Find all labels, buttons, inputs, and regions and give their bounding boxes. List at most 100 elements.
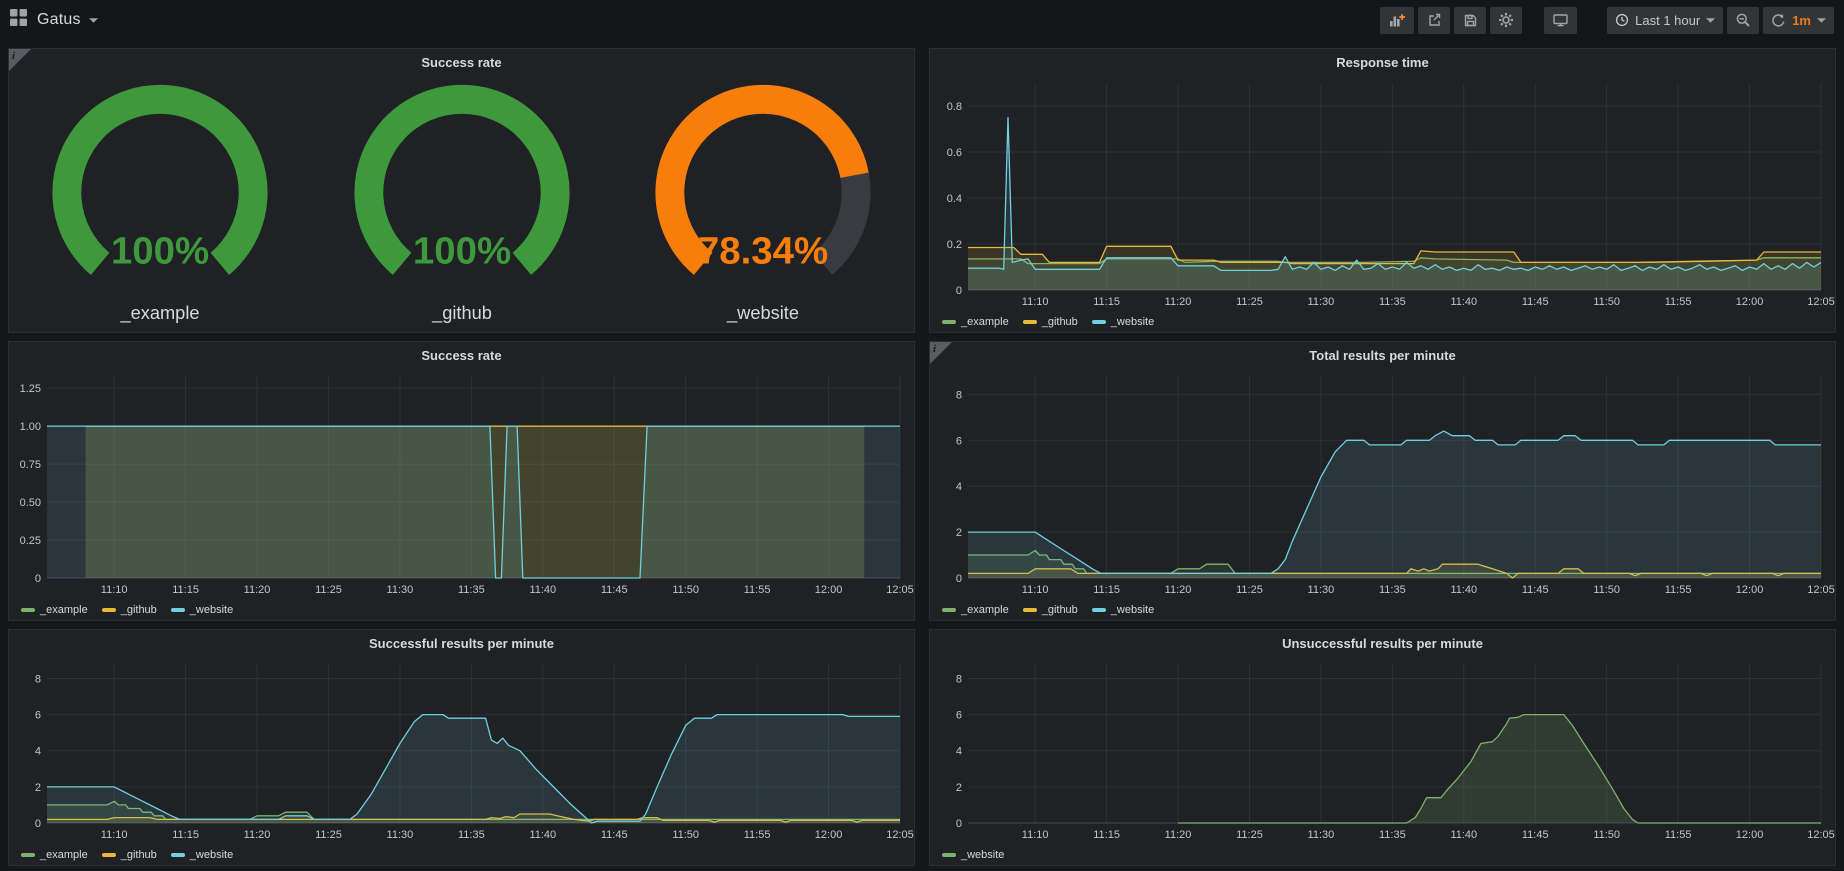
top-navbar: Gatus Last 1 hour 1m [0,0,1844,40]
monitor-icon [1552,12,1569,28]
svg-text:0.50: 0.50 [20,497,41,509]
panel-title[interactable]: Successful results per minute [9,630,914,656]
svg-text:11:20: 11:20 [1165,296,1192,308]
svg-text:11:30: 11:30 [1308,584,1335,596]
svg-text:11:15: 11:15 [1093,829,1120,841]
svg-text:0.75: 0.75 [20,459,41,471]
svg-text:0.2: 0.2 [947,239,962,251]
share-icon [1426,12,1442,28]
svg-text:0: 0 [956,285,962,297]
info-letter: i [933,343,936,355]
panel-body: 0246811:1011:1511:2011:2511:3011:3511:40… [930,656,1835,865]
legend-item-_example[interactable]: _example [942,316,1009,328]
panel-title[interactable]: Total results per minute [930,342,1835,368]
time-range-picker[interactable]: Last 1 hour [1607,7,1723,34]
time-range-label: Last 1 hour [1635,13,1700,28]
legend-label: _website [190,849,233,861]
svg-text:12:05: 12:05 [1807,584,1835,596]
svg-text:11:45: 11:45 [1522,296,1549,308]
svg-text:1.00: 1.00 [20,421,41,433]
legend-item-_website[interactable]: _website [1092,604,1154,616]
gauge-label: _website [726,302,799,324]
chart-plot-area[interactable]: 00.250.500.751.001.2511:1011:1511:2011:2… [9,368,914,600]
chart-legend: _example _github _website [9,845,914,865]
tv-mode-button[interactable] [1544,7,1577,34]
refresh-button[interactable]: 1m [1763,7,1834,34]
legend-item-_github[interactable]: _github [1023,604,1078,616]
svg-text:11:20: 11:20 [1165,584,1192,596]
legend-swatch-icon [942,608,956,612]
svg-text:11:35: 11:35 [1379,584,1406,596]
chart-plot-area[interactable]: 0246811:1011:1511:2011:2511:3011:3511:40… [9,656,914,845]
svg-text:11:10: 11:10 [1022,829,1049,841]
legend-item-_example[interactable]: _example [21,604,88,616]
chevron-down-icon [89,18,98,23]
svg-text:12:05: 12:05 [886,584,914,596]
chart-plot-area[interactable]: 00.20.40.60.811:1011:1511:2011:2511:3011… [930,75,1835,312]
svg-text:11:10: 11:10 [1022,296,1049,308]
svg-text:11:55: 11:55 [744,584,771,596]
save-button[interactable] [1454,7,1486,34]
gear-icon [1498,12,1514,28]
svg-text:11:25: 11:25 [315,829,342,841]
legend-item-_github[interactable]: _github [1023,316,1078,328]
svg-text:0: 0 [35,818,41,830]
svg-text:11:30: 11:30 [387,584,414,596]
svg-text:11:45: 11:45 [601,584,628,596]
svg-text:11:15: 11:15 [172,829,199,841]
share-button[interactable] [1418,7,1450,34]
legend-swatch-icon [942,853,956,857]
svg-text:0: 0 [35,573,41,585]
svg-text:11:15: 11:15 [172,584,199,596]
legend-label: _github [121,849,157,861]
add-panel-button[interactable] [1380,7,1414,34]
legend-swatch-icon [21,853,35,857]
refresh-interval-label: 1m [1792,13,1811,28]
panel-success-rate-gauges: Success rate 100%_example100%_github78.3… [8,48,915,333]
panel-title[interactable]: Success rate [9,49,914,75]
svg-text:11:40: 11:40 [1450,829,1477,841]
legend-item-_example[interactable]: _example [942,604,1009,616]
legend-item-_example[interactable]: _example [21,849,88,861]
chart-plot-area[interactable]: 0246811:1011:1511:2011:2511:3011:3511:40… [930,368,1835,600]
legend-item-_website[interactable]: _website [171,604,233,616]
legend-label: _github [121,604,157,616]
legend-item-_github[interactable]: _github [102,604,157,616]
legend-swatch-icon [102,608,116,612]
svg-text:11:55: 11:55 [1665,584,1692,596]
legend-swatch-icon [171,853,185,857]
svg-text:11:25: 11:25 [315,584,342,596]
panel-body: 0246811:1011:1511:2011:2511:3011:3511:40… [9,656,914,865]
chart-plot-area[interactable]: 0246811:1011:1511:2011:2511:3011:3511:40… [930,656,1835,845]
legend-item-_website[interactable]: _website [1092,316,1154,328]
panel-response-time: Response time 00.20.40.60.811:1011:1511:… [929,48,1836,333]
svg-text:4: 4 [956,746,962,758]
svg-text:11:55: 11:55 [1665,296,1692,308]
panel-body: 100%_example100%_github78.34%_website [9,75,914,332]
chart-svg: 00.20.40.60.811:1011:1511:2011:2511:3011… [930,75,1835,312]
legend-item-_website[interactable]: _website [171,849,233,861]
panel-info-icon[interactable]: i [930,342,952,364]
zoom-out-button[interactable] [1727,7,1759,34]
series-fill-_website [968,431,1821,578]
dashboard-title-menu[interactable]: Gatus [37,11,98,29]
gauge-arc: 100%_example [15,80,305,328]
svg-text:12:00: 12:00 [1736,584,1764,596]
svg-text:0.8: 0.8 [947,101,962,113]
panel-info-icon[interactable]: i [9,49,31,71]
legend-swatch-icon [102,853,116,857]
series-line-_github [968,246,1821,263]
settings-button[interactable] [1490,7,1522,34]
legend-item-_github[interactable]: _github [102,849,157,861]
panel-title[interactable]: Success rate [9,342,914,368]
svg-text:2: 2 [35,782,41,794]
panel-title[interactable]: Response time [930,49,1835,75]
dashboards-grid-icon[interactable] [10,9,27,31]
svg-text:11:55: 11:55 [1665,829,1692,841]
legend-label: _github [1042,604,1078,616]
svg-text:0: 0 [956,573,962,585]
svg-text:11:10: 11:10 [1022,584,1049,596]
svg-text:8: 8 [956,673,962,685]
legend-item-_website[interactable]: _website [942,849,1004,861]
panel-title[interactable]: Unsuccessful results per minute [930,630,1835,656]
